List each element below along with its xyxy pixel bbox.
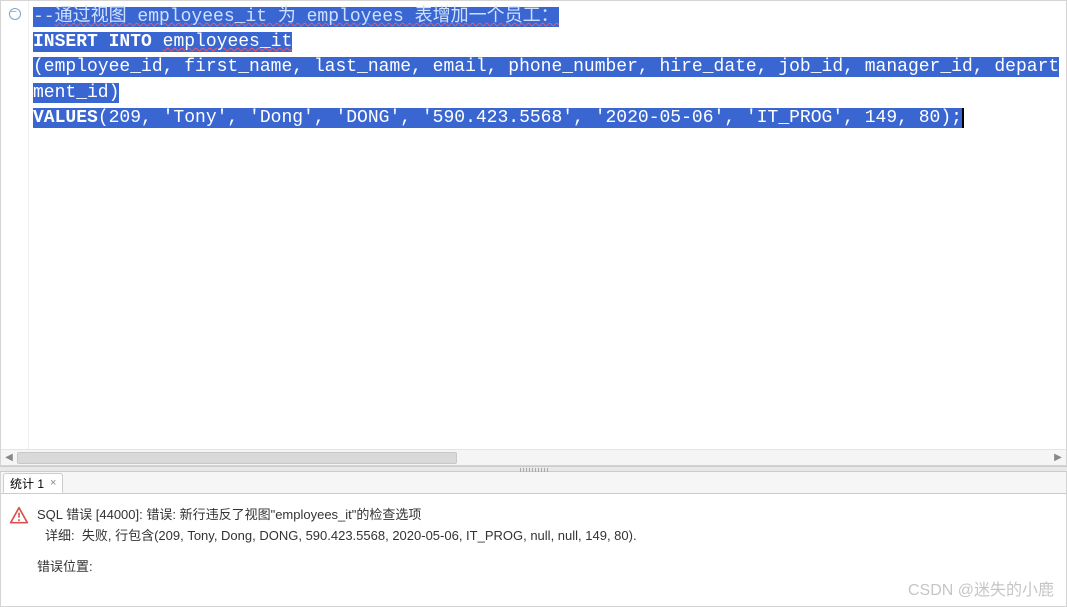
scroll-thumb[interactable] [17,452,457,464]
results-tab-bar: 统计 1 × [1,472,1066,494]
horizontal-scrollbar[interactable]: ◀ ▶ [1,449,1066,465]
error-text: SQL 错误 [44000]: 错误: 新行违反了视图"employees_it… [37,504,637,600]
keyword-values: VALUES [33,108,98,128]
error-position-label: 错误位置: [37,556,637,575]
results-pane: 统计 1 × SQL 错误 [44000]: 错误: 新行违反了视图"emplo… [0,472,1067,607]
code-area[interactable]: --通过视图 employees_it 为 employees 表增加一个员工：… [29,1,1066,449]
error-detail: 详细: 失败, 行包含(209, Tony, Dong, DONG, 590.4… [45,525,637,544]
error-body: SQL 错误 [44000]: 错误: 新行违反了视图"employees_it… [1,494,1066,606]
editor-gutter [1,1,29,449]
warning-icon [9,506,29,526]
tab-label: 统计 1 [10,475,44,492]
fold-toggle-icon[interactable] [9,8,21,20]
scroll-right-icon[interactable]: ▶ [1050,450,1066,466]
keyword-insert: INSERT INTO [33,32,152,52]
scroll-left-icon[interactable]: ◀ [1,450,17,466]
table-name: employees_it [163,32,293,52]
error-message: SQL 错误 [44000]: 错误: 新行违反了视图"employees_it… [37,504,637,523]
values-list: (209, 'Tony', 'Dong', 'DONG', '590.423.5… [98,108,964,128]
sql-editor-pane: --通过视图 employees_it 为 employees 表增加一个员工：… [0,0,1067,466]
column-list: (employee_id, first_name, last_name, ema… [33,57,1059,102]
code-comment: --通过视图 employees_it 为 employees 表增加一个员工： [33,7,559,27]
editor-content: --通过视图 employees_it 为 employees 表增加一个员工：… [1,1,1066,449]
close-icon[interactable]: × [50,477,56,489]
tab-statistics-1[interactable]: 统计 1 × [3,473,63,493]
